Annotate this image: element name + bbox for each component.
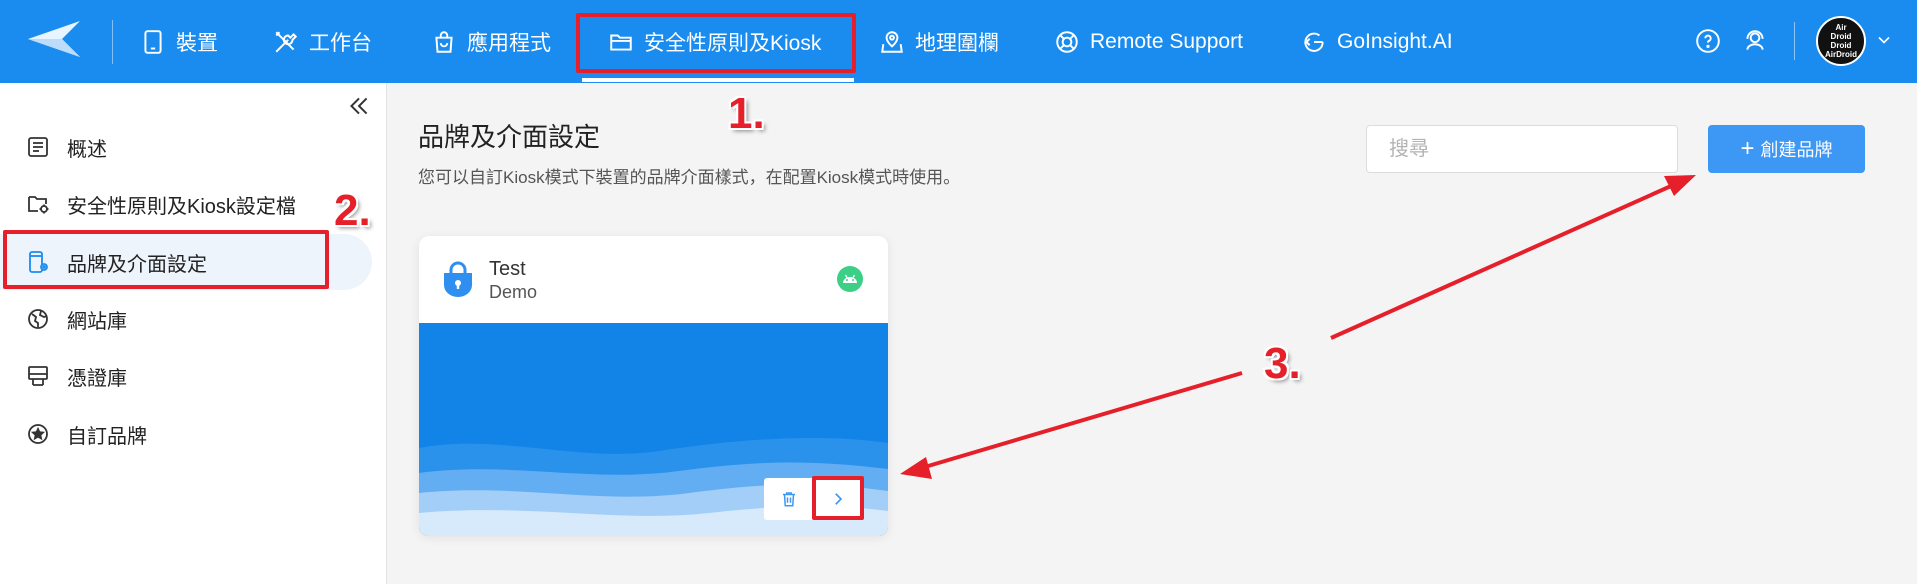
map-pin-icon — [881, 30, 903, 53]
page-title: 品牌及介面設定 — [418, 122, 601, 152]
sidebar-item-label: 安全性原則及Kiosk設定檔 — [67, 195, 296, 218]
nav-tab-label: 地理圍欄 — [915, 31, 999, 55]
top-nav-bar: 裝置 工作台 應用程式 安全性原則及Kiosk 地理圍欄 Remote Supp… — [0, 0, 1917, 83]
list-icon — [28, 137, 48, 157]
sidebar-item-label: 概述 — [67, 138, 107, 161]
question-circle-icon[interactable] — [1695, 28, 1721, 54]
certificate-icon — [28, 366, 48, 386]
chevron-down-icon[interactable] — [1874, 30, 1894, 50]
headset-icon[interactable] — [1742, 28, 1768, 54]
sidebar-item-certificates[interactable]: 憑證庫 — [0, 348, 372, 404]
delete-brand-button[interactable] — [764, 478, 813, 520]
nav-tab-devices[interactable]: 裝置 — [140, 0, 218, 83]
sidebar-item-label: 自訂品牌 — [67, 425, 147, 448]
page-description: 您可以自訂Kiosk模式下裝置的品牌介面樣式，在配置Kiosk模式時使用。 — [418, 168, 961, 187]
nav-tab-goinsight[interactable]: GoInsight.AI — [1301, 0, 1453, 83]
brand-subtitle: Demo — [489, 282, 538, 302]
tools-icon — [275, 31, 298, 52]
lock-shield-icon — [444, 261, 472, 297]
arrowhead-open-button — [900, 457, 932, 479]
sidebar-item-policy-profiles[interactable]: 安全性原則及Kiosk設定檔 — [0, 176, 372, 232]
nav-tab-label: 應用程式 — [467, 31, 551, 55]
nav-tab-geofence[interactable]: 地理圍欄 — [879, 0, 999, 83]
create-brand-label: 創建品牌 — [1760, 140, 1833, 160]
nav-divider — [1794, 22, 1795, 60]
step-number-1: 1. — [728, 89, 765, 138]
avatar-text: Droid — [1830, 41, 1852, 50]
shopping-bag-icon — [435, 30, 453, 53]
create-brand-button[interactable]: + 創建品牌 — [1708, 125, 1865, 173]
android-icon — [837, 266, 863, 292]
goinsight-icon — [1304, 32, 1324, 52]
sidebar-item-website-library[interactable]: 網站庫 — [0, 291, 372, 347]
nav-tab-label: 工作台 — [309, 31, 372, 55]
arrow-to-create-button — [1330, 180, 1681, 340]
highlight-box-step2 — [3, 230, 329, 289]
sidebar-item-label: 網站庫 — [67, 310, 127, 333]
brand-name: Test — [489, 258, 526, 280]
nav-tab-workbench[interactable]: 工作台 — [273, 0, 372, 83]
active-tab-indicator — [582, 78, 854, 82]
search-input[interactable] — [1366, 125, 1678, 173]
highlight-box-step3 — [812, 476, 864, 520]
sidebar-item-custom-brand[interactable]: 自訂品牌 — [0, 406, 372, 462]
folder-settings-icon — [28, 196, 49, 214]
arrow-to-open-button — [917, 371, 1243, 471]
tablet-icon — [144, 29, 162, 54]
sidebar-item-label: 憑證庫 — [67, 367, 127, 390]
step-number-2: 2. — [334, 186, 371, 235]
nav-tab-label: GoInsight.AI — [1337, 29, 1453, 53]
nav-tab-remote-support[interactable]: Remote Support — [1054, 0, 1243, 83]
highlight-box-step1 — [576, 13, 856, 73]
nav-tab-apps[interactable]: 應用程式 — [431, 0, 551, 83]
avatar-text: Air — [1835, 23, 1847, 32]
plus-icon: + — [1740, 135, 1755, 162]
star-circle-icon — [28, 424, 48, 444]
step-number-3: 3. — [1264, 339, 1301, 388]
nav-tab-label: 裝置 — [176, 31, 218, 55]
nav-divider — [112, 20, 113, 64]
avatar-text: AirDroid — [1825, 50, 1857, 59]
globe-icon — [28, 309, 48, 329]
collapse-sidebar-icon[interactable] — [346, 93, 372, 119]
airdroid-logo[interactable] — [26, 18, 82, 60]
sidebar-item-overview[interactable]: 概述 — [0, 119, 372, 175]
lifebuoy-icon — [1056, 30, 1078, 53]
arrowhead-create-button — [1664, 175, 1696, 196]
avatar-text: Droid — [1830, 32, 1852, 41]
sidebar: 概述 安全性原則及Kiosk設定檔 品牌及介面設定 網站庫 憑證庫 自訂品牌 — [0, 83, 387, 584]
nav-tab-label: Remote Support — [1090, 29, 1243, 53]
trash-icon — [782, 492, 795, 507]
avatar[interactable]: Air Droid Droid AirDroid — [1816, 16, 1866, 66]
